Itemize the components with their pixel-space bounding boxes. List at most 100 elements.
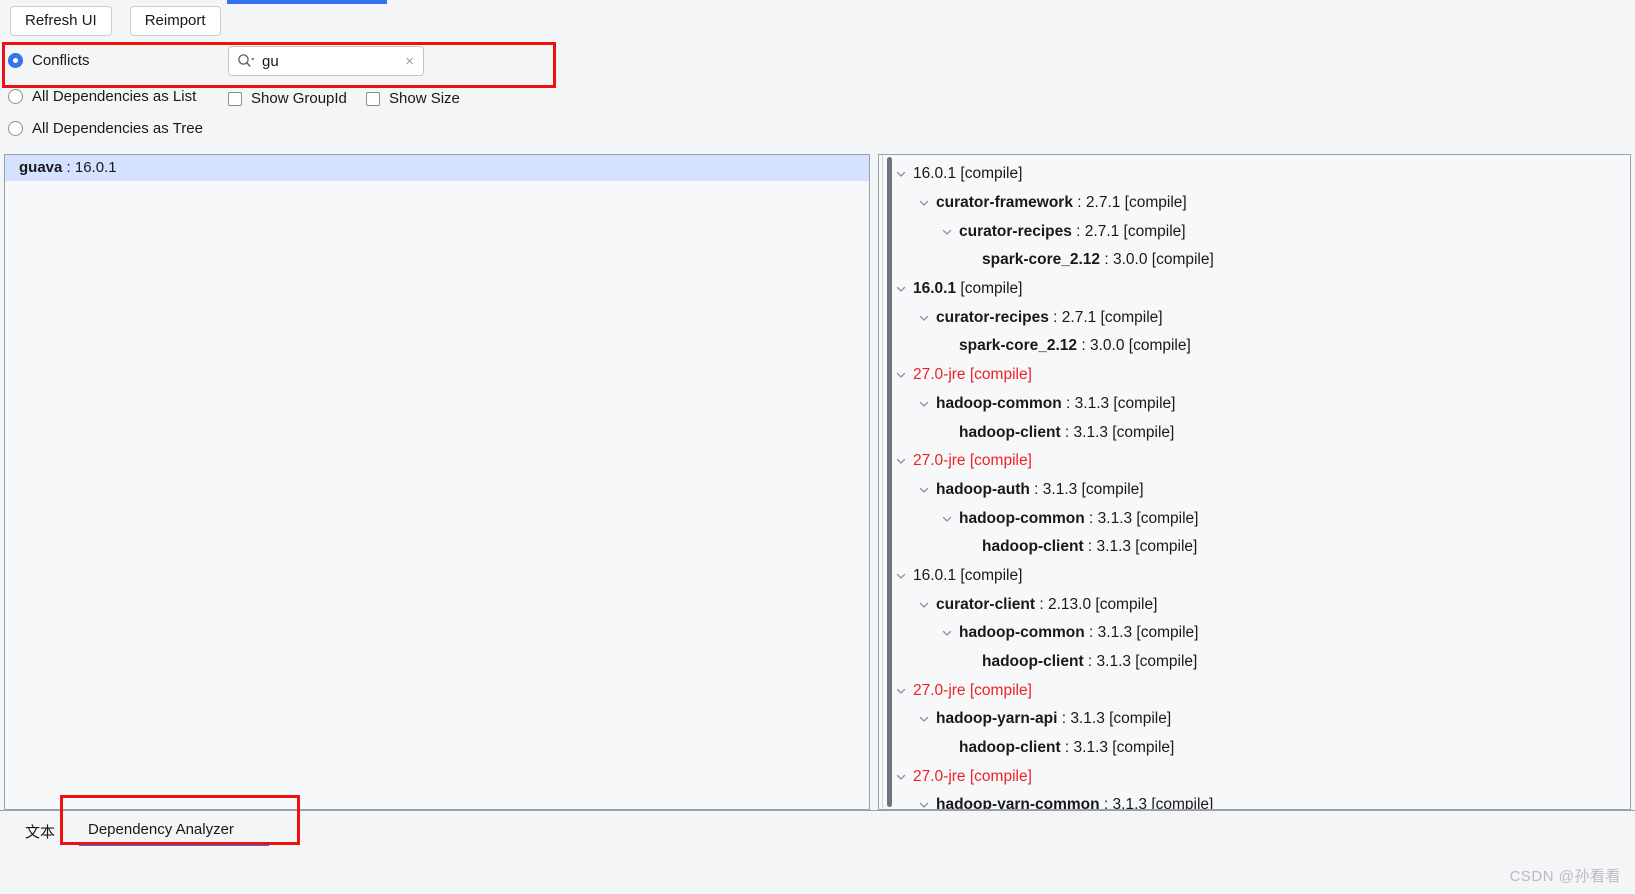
tree-row[interactable]: hadoop-client : 3.1.3 [compile] [893, 533, 1630, 562]
tree-row-version: [compile] [960, 280, 1023, 298]
tree-row-version: 3.1.3 [compile] [1074, 394, 1176, 412]
tree-row[interactable]: 16.0.1 [compile] [893, 160, 1630, 189]
tree-row[interactable]: spark-core_2.12 : 3.0.0 [compile] [893, 246, 1630, 275]
tree-row-version: 2.13.0 [compile] [1047, 595, 1158, 613]
reimport-button[interactable]: Reimport [129, 6, 221, 36]
radio-conflicts-indicator[interactable] [8, 53, 23, 68]
checkbox-show-size[interactable]: Show Size [366, 90, 460, 107]
tree-row-version: 3.1.3 [compile] [1096, 538, 1198, 556]
tree-row[interactable]: hadoop-client : 3.1.3 [compile] [893, 418, 1630, 447]
tree-row-label: hadoop-common : 3.1.3 [compile] [936, 395, 1175, 413]
tree-row[interactable]: hadoop-common : 3.1.3 [compile] [893, 504, 1630, 533]
chevron-down-icon[interactable] [916, 482, 932, 498]
checkbox-show-groupid[interactable]: Show GroupId [228, 90, 347, 107]
chevron-down-icon[interactable] [893, 166, 909, 182]
radio-all-dependencies-as-tree[interactable]: All Dependencies as Tree [8, 120, 203, 137]
tree-vertical-scrollbar[interactable] [887, 157, 892, 807]
chevron-down-icon[interactable] [893, 367, 909, 383]
tree-row[interactable]: curator-recipes : 2.7.1 [compile] [893, 303, 1630, 332]
tree-row-label: hadoop-client : 3.1.3 [compile] [982, 538, 1197, 556]
tree-row-version: 3.1.3 [compile] [1070, 710, 1172, 728]
search-field[interactable]: gu × [228, 46, 424, 76]
chevron-down-icon[interactable] [916, 195, 932, 211]
tree-row-artifact: hadoop-common [936, 394, 1062, 412]
tree-row-version: 3.1.3 [compile] [1042, 480, 1144, 498]
radio-all-dependencies-as-list[interactable]: All Dependencies as List [8, 88, 196, 105]
dependency-list-panel[interactable]: guava : 16.0.1 [4, 154, 870, 810]
chevron-down-icon[interactable] [893, 568, 909, 584]
tree-row[interactable]: 27.0-jre [compile] [893, 676, 1630, 705]
chevron-down-icon[interactable] [893, 453, 909, 469]
tree-row[interactable]: hadoop-common : 3.1.3 [compile] [893, 390, 1630, 419]
tab-text[interactable]: 文本 [25, 821, 55, 842]
chevron-down-icon[interactable] [939, 625, 955, 641]
chevron-down-icon[interactable] [893, 683, 909, 699]
chevron-down-icon[interactable] [893, 281, 909, 297]
radio-all-list-label: All Dependencies as List [32, 88, 197, 105]
tree-row-version: 3.1.3 [compile] [1097, 509, 1199, 527]
tree-row[interactable]: hadoop-client : 3.1.3 [compile] [893, 734, 1630, 763]
chevron-down-icon[interactable] [893, 769, 909, 785]
toolbar: Refresh UI Reimport [10, 6, 221, 36]
tree-row-label: hadoop-yarn-api : 3.1.3 [compile] [936, 710, 1171, 728]
active-tab-underline [227, 0, 387, 4]
tree-row-artifact: hadoop-yarn-common [936, 796, 1100, 809]
chevron-down-icon[interactable] [939, 224, 955, 240]
tree-row-label: curator-framework : 2.7.1 [compile] [936, 194, 1187, 212]
tree-row-label: curator-recipes : 2.7.1 [compile] [936, 309, 1163, 327]
chevron-down-icon[interactable] [916, 797, 932, 809]
tree-row[interactable]: 27.0-jre [compile] [893, 762, 1630, 791]
chevron-down-icon[interactable] [916, 711, 932, 727]
tree-row[interactable]: spark-core_2.12 : 3.0.0 [compile] [893, 332, 1630, 361]
radio-conflicts-label: Conflicts [32, 52, 90, 69]
chevron-down-icon[interactable] [939, 511, 955, 527]
tree-row[interactable]: 27.0-jre [compile] [893, 361, 1630, 390]
radio-all-list-indicator[interactable] [8, 89, 23, 104]
tree-row[interactable]: curator-client : 2.13.0 [compile] [893, 590, 1630, 619]
tree-row-artifact: curator-recipes [936, 308, 1049, 326]
tree-row[interactable]: hadoop-common : 3.1.3 [compile] [893, 619, 1630, 648]
checkbox-show-size-indicator[interactable] [366, 91, 380, 106]
tree-row-version: 3.1.3 [compile] [1073, 739, 1175, 757]
radio-conflicts[interactable]: Conflicts [8, 52, 90, 69]
list-item-version: 16.0.1 [74, 159, 117, 176]
list-item-artifact: guava [19, 159, 63, 176]
tree-row[interactable]: 27.0-jre [compile] [893, 447, 1630, 476]
search-input-value[interactable]: gu [262, 53, 405, 70]
clear-search-icon[interactable]: × [405, 54, 414, 69]
list-item[interactable]: guava : 16.0.1 [5, 155, 869, 181]
tree-row-artifact: curator-client [936, 595, 1036, 613]
tree-row-label: 16.0.1 [compile] [913, 280, 1022, 298]
tree-row[interactable]: 16.0.1 [compile] [893, 562, 1630, 591]
tree-row[interactable]: hadoop-client : 3.1.3 [compile] [893, 648, 1630, 677]
checkbox-show-groupid-label: Show GroupId [251, 90, 347, 107]
tree-row[interactable]: hadoop-auth : 3.1.3 [compile] [893, 476, 1630, 505]
tree-row[interactable]: curator-framework : 2.7.1 [compile] [893, 189, 1630, 218]
tree-row[interactable]: curator-recipes : 2.7.1 [compile] [893, 217, 1630, 246]
radio-all-tree-indicator[interactable] [8, 121, 23, 136]
checkbox-show-groupid-indicator[interactable] [228, 91, 242, 106]
tree-row-version: 27.0-jre [compile] [913, 452, 1032, 470]
tree-row-label: curator-client : 2.13.0 [compile] [936, 596, 1157, 614]
tree-row[interactable]: hadoop-yarn-api : 3.1.3 [compile] [893, 705, 1630, 734]
chevron-down-icon[interactable] [916, 396, 932, 412]
bottom-tab-bar: 文本 Dependency Analyzer [0, 810, 1635, 855]
chevron-down-icon[interactable] [916, 597, 932, 613]
chevron-down-icon[interactable] [916, 310, 932, 326]
tree-row-version: 16.0.1 [compile] [913, 165, 1023, 183]
tree-row-label: spark-core_2.12 : 3.0.0 [compile] [982, 251, 1214, 269]
dependency-list-rows: guava : 16.0.1 [5, 155, 869, 809]
tree-row-separator: : [1029, 480, 1043, 498]
tree-row-version: 3.1.3 [compile] [1073, 423, 1175, 441]
tree-row-artifact: hadoop-client [959, 739, 1061, 757]
tree-row-artifact: hadoop-common [959, 509, 1085, 527]
tree-row-label: 27.0-jre [compile] [913, 366, 1032, 384]
tree-row[interactable]: hadoop-yarn-common : 3.1.3 [compile] [893, 791, 1630, 809]
tree-row-separator: : [1071, 222, 1085, 240]
tree-row[interactable]: 16.0.1 [compile] [893, 275, 1630, 304]
tree-row-separator: : [1060, 423, 1074, 441]
tab-dependency-analyzer[interactable]: Dependency Analyzer [88, 821, 234, 838]
dependency-tree-panel[interactable]: 16.0.1 [compile] curator-framework : 2.7.… [878, 154, 1631, 810]
tree-row-version: 2.7.1 [compile] [1084, 222, 1186, 240]
refresh-ui-button[interactable]: Refresh UI [10, 6, 112, 36]
